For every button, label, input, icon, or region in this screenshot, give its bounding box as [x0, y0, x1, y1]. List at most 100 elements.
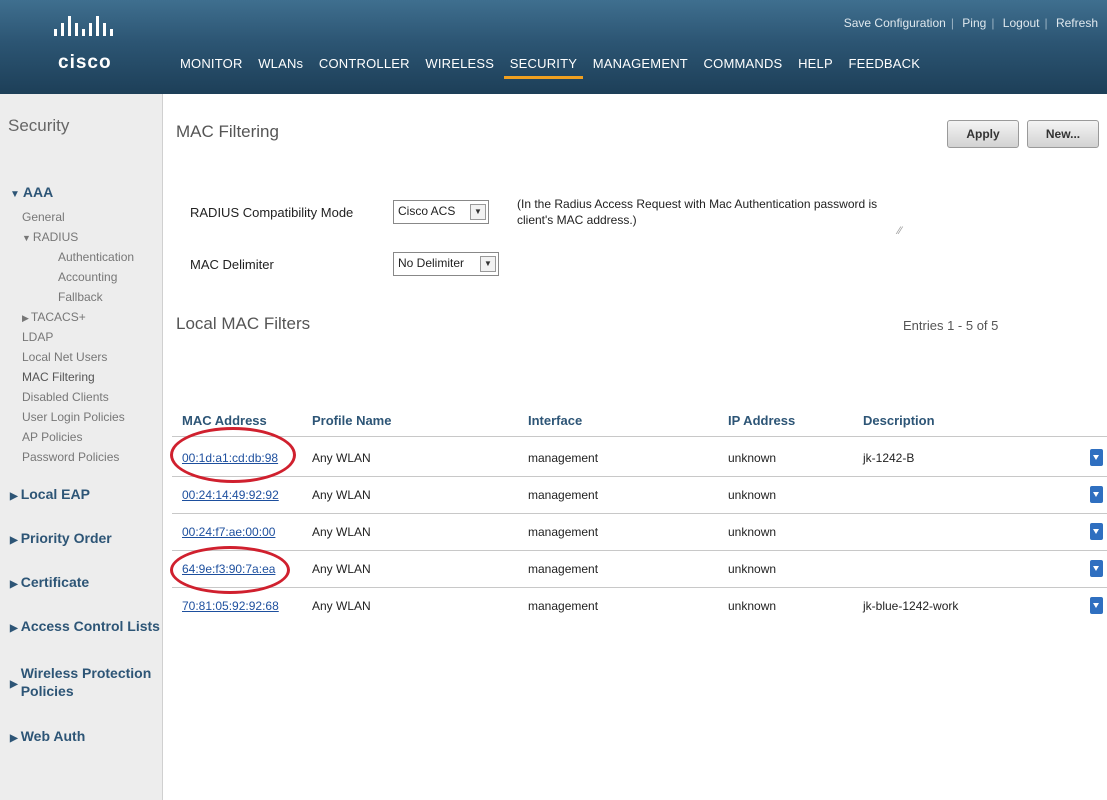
- triangle-right-icon: ▶: [10, 579, 18, 590]
- ip-cell: unknown: [728, 451, 777, 465]
- row-dropdown-icon[interactable]: [1090, 597, 1103, 614]
- sidebar-item-password-policies[interactable]: Password Policies: [22, 450, 119, 464]
- logout-link[interactable]: Logout: [998, 16, 1045, 30]
- radius-note: (In the Radius Access Request with Mac A…: [517, 197, 878, 227]
- main-nav: MONITOR WLANs CONTROLLER WIRELESS SECURI…: [174, 52, 926, 94]
- ip-cell: unknown: [728, 525, 777, 539]
- table-row: 00:24:14:49:92:92 Any WLAN management un…: [172, 477, 1107, 513]
- row-dropdown-icon[interactable]: [1090, 523, 1103, 540]
- triangle-right-icon: ▶: [10, 679, 18, 690]
- nav-feedback[interactable]: FEEDBACK: [842, 52, 926, 76]
- chevron-down-icon: ▼: [470, 204, 486, 220]
- sidebar-item-mac-filtering[interactable]: MAC Filtering: [22, 370, 95, 384]
- sidebar-item-aaa[interactable]: ▼ AAA: [10, 184, 53, 200]
- column-header-ip: IP Address: [728, 413, 796, 428]
- triangle-down-icon: ▼: [10, 189, 20, 200]
- profile-cell: Any WLAN: [312, 488, 371, 502]
- sidebar-item-general[interactable]: General: [22, 210, 65, 224]
- separator: |: [1044, 16, 1048, 30]
- sidebar-item-local-net-users[interactable]: Local Net Users: [22, 350, 107, 364]
- interface-cell: management: [528, 525, 599, 539]
- row-dropdown-icon[interactable]: [1090, 560, 1103, 577]
- mac-address-link[interactable]: 00:24:f7:ae:00:00: [182, 525, 275, 539]
- profile-cell: Any WLAN: [312, 451, 371, 465]
- interface-cell: management: [528, 488, 599, 502]
- triangle-down-icon: ▼: [22, 233, 31, 243]
- column-header-interface: Interface: [528, 413, 583, 428]
- new-button[interactable]: New...: [1027, 120, 1099, 148]
- nav-security[interactable]: SECURITY: [503, 52, 584, 79]
- nav-commands[interactable]: COMMANDS: [698, 52, 789, 76]
- row-dropdown-icon[interactable]: [1090, 449, 1103, 466]
- interface-cell: management: [528, 599, 599, 613]
- chevron-down-icon: ▼: [480, 256, 496, 272]
- nav-wlans[interactable]: WLANs: [252, 52, 309, 76]
- triangle-right-icon: ▶: [10, 733, 18, 744]
- mac-delimiter-select[interactable]: No Delimiter ▼: [393, 252, 499, 276]
- resize-handle-icon[interactable]: ⁄⁄: [898, 225, 902, 237]
- mac-address-link[interactable]: 70:81:05:92:92:68: [182, 599, 279, 613]
- sidebar-title: Security: [8, 116, 70, 135]
- mac-delimiter-label: MAC Delimiter: [190, 257, 274, 272]
- sidebar-item-disabled-clients[interactable]: Disabled Clients: [22, 390, 109, 404]
- sidebar-item-fallback[interactable]: Fallback: [58, 290, 103, 304]
- interface-cell: management: [528, 451, 599, 465]
- sidebar-item-access-control-lists[interactable]: ▶ Access Control Lists: [10, 618, 160, 634]
- nav-help[interactable]: HELP: [792, 52, 839, 76]
- table-header-divider: [172, 436, 1107, 437]
- profile-cell: Any WLAN: [312, 562, 371, 576]
- sidebar-item-user-login-policies[interactable]: User Login Policies: [22, 410, 125, 424]
- ping-link[interactable]: Ping: [957, 16, 991, 30]
- mac-address-link[interactable]: 64:9e:f3:90:7a:ea: [182, 562, 275, 576]
- triangle-right-icon: ▶: [10, 535, 18, 546]
- entries-count: Entries 1 - 5 of 5: [903, 318, 999, 333]
- sidebar-item-radius[interactable]: ▼ RADIUS: [22, 230, 78, 244]
- column-header-mac: MAC Address: [182, 413, 267, 428]
- local-mac-filters-title: Local MAC Filters: [176, 314, 311, 333]
- sidebar-item-ap-policies[interactable]: AP Policies: [22, 430, 82, 444]
- radius-compatibility-select[interactable]: Cisco ACS ▼: [393, 200, 489, 224]
- profile-cell: Any WLAN: [312, 525, 371, 539]
- cisco-bars-icon: [52, 14, 132, 36]
- separator: |: [991, 16, 995, 30]
- nav-controller[interactable]: CONTROLLER: [313, 52, 416, 76]
- nav-monitor[interactable]: MONITOR: [174, 52, 249, 76]
- cisco-wordmark: cisco: [58, 52, 112, 73]
- sidebar-item-ldap[interactable]: LDAP: [22, 330, 53, 344]
- sidebar-item-authentication[interactable]: Authentication: [58, 250, 134, 264]
- sidebar-item-certificate[interactable]: ▶ Certificate: [10, 574, 89, 590]
- table-row: 00:24:f7:ae:00:00 Any WLAN management un…: [172, 514, 1107, 550]
- page-title: MAC Filtering: [176, 122, 279, 141]
- table-row: 64:9e:f3:90:7a:ea Any WLAN management un…: [172, 551, 1107, 587]
- table-row: 70:81:05:92:92:68 Any WLAN management un…: [172, 588, 1107, 624]
- triangle-right-icon: ▶: [10, 623, 18, 634]
- column-header-description: Description: [863, 413, 935, 428]
- sidebar-item-accounting[interactable]: Accounting: [58, 270, 117, 284]
- radius-compatibility-label: RADIUS Compatibility Mode: [190, 205, 354, 220]
- refresh-link[interactable]: Refresh: [1051, 16, 1103, 30]
- sidebar: Security ▼ AAA General ▼ RADIUS Authentica…: [0, 94, 163, 800]
- triangle-right-icon: ▶: [22, 313, 29, 323]
- nav-management[interactable]: MANAGEMENT: [587, 52, 694, 76]
- ip-cell: unknown: [728, 488, 777, 502]
- description-cell: jk-1242-B: [863, 451, 915, 465]
- mac-address-link[interactable]: 00:1d:a1:cd:db:98: [182, 451, 278, 465]
- column-header-profile: Profile Name: [312, 413, 392, 428]
- mac-address-link[interactable]: 00:24:14:49:92:92: [182, 488, 279, 502]
- nav-wireless[interactable]: WIRELESS: [419, 52, 500, 76]
- profile-cell: Any WLAN: [312, 599, 371, 613]
- row-dropdown-icon[interactable]: [1090, 486, 1103, 503]
- sidebar-item-priority-order[interactable]: ▶ Priority Order: [10, 530, 112, 546]
- table-row: 00:1d:a1:cd:db:98 Any WLAN management un…: [172, 440, 1107, 476]
- top-header: cisco Save Configuration | Ping | Logout | …: [0, 0, 1107, 94]
- ip-cell: unknown: [728, 562, 777, 576]
- interface-cell: management: [528, 562, 599, 576]
- sidebar-item-web-auth[interactable]: ▶ Web Auth: [10, 728, 85, 744]
- separator: |: [950, 16, 954, 30]
- save-configuration-link[interactable]: Save Configuration: [839, 16, 951, 30]
- sidebar-item-local-eap[interactable]: ▶ Local EAP: [10, 486, 90, 502]
- sidebar-item-wireless-protection-policies[interactable]: ▶Wireless Protection Policies: [10, 664, 151, 700]
- cisco-logo: cisco: [52, 14, 132, 74]
- apply-button[interactable]: Apply: [947, 120, 1019, 148]
- sidebar-item-tacacs[interactable]: ▶ TACACS+: [22, 310, 86, 324]
